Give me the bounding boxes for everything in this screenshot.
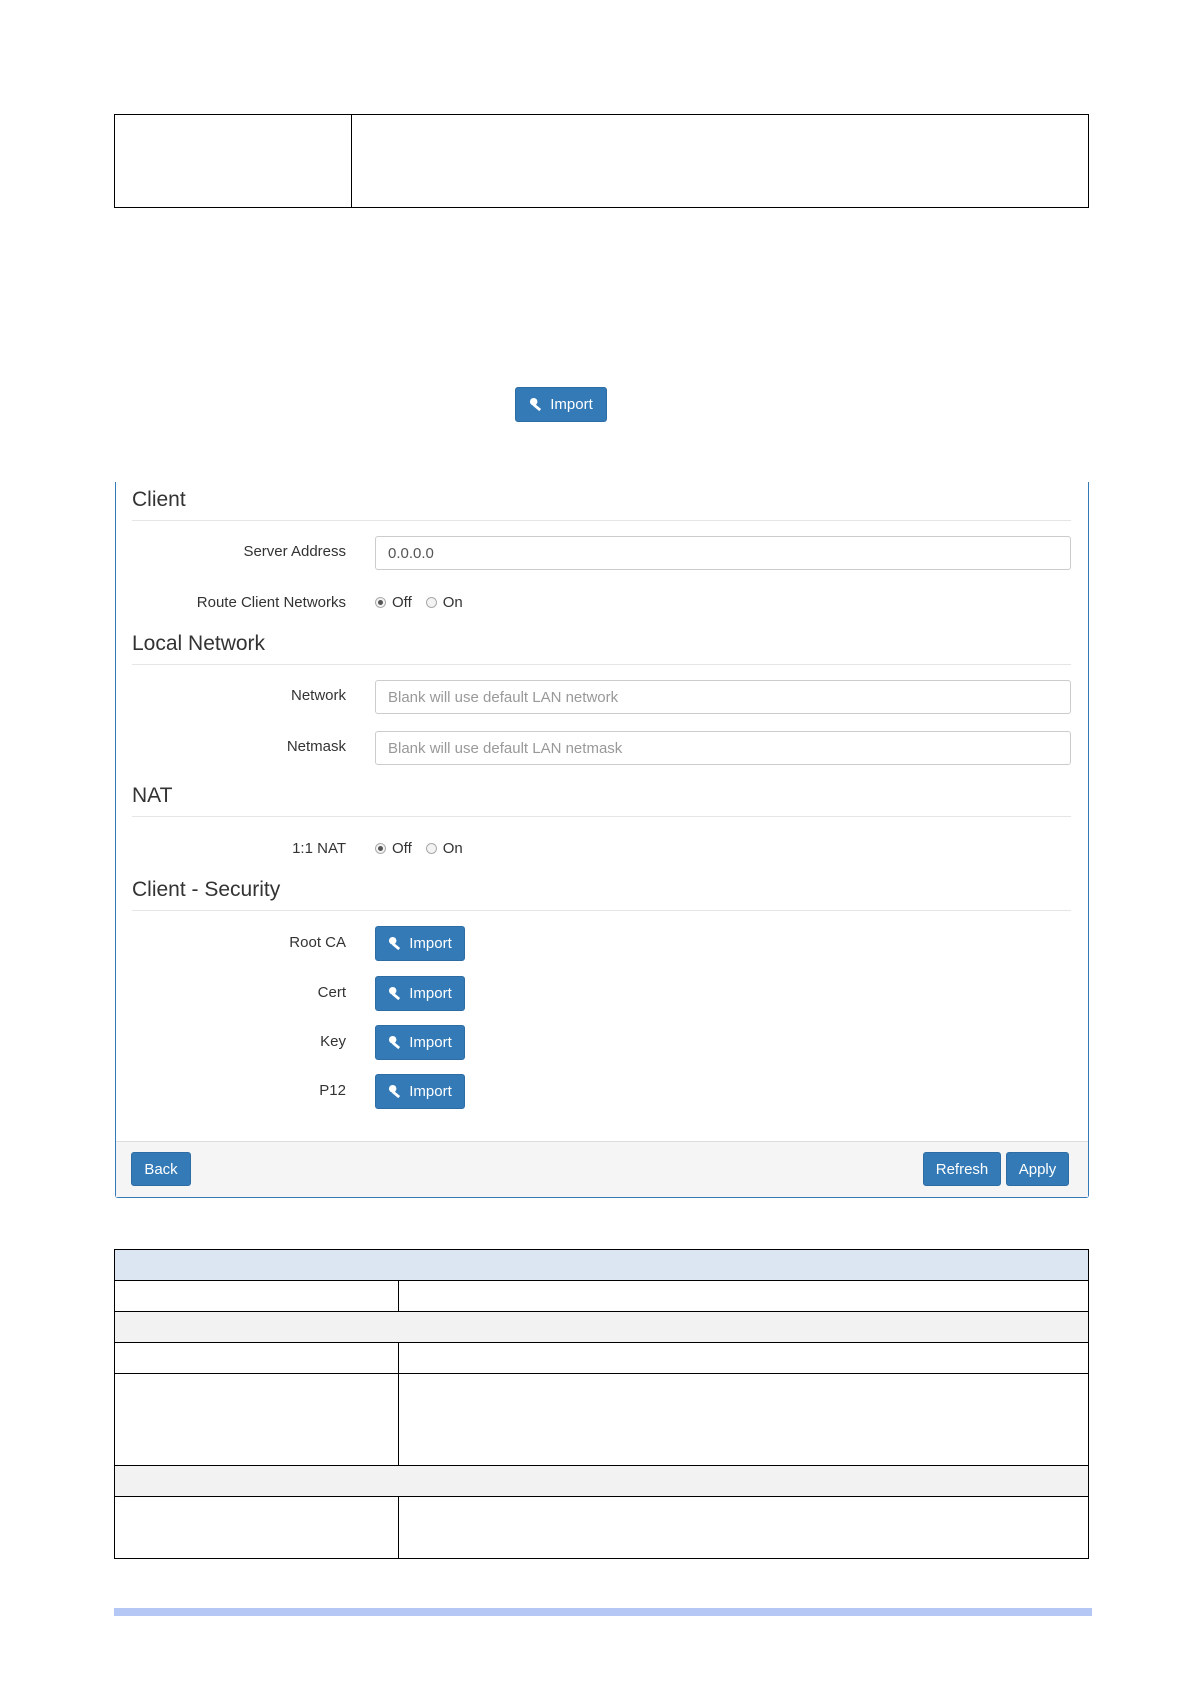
- table-section-row: [114, 1466, 1089, 1497]
- section-title-client: Client: [132, 488, 186, 511]
- key-icon: [389, 986, 401, 1001]
- section-divider: [132, 664, 1071, 665]
- section-title-nat: NAT: [132, 784, 173, 807]
- top-table: [114, 114, 1089, 208]
- section-title-client-security: Client - Security: [132, 878, 281, 901]
- p12-label: P12: [319, 1082, 346, 1099]
- table-row: [114, 1281, 1089, 1312]
- cert-label: Cert: [317, 984, 346, 1001]
- back-button[interactable]: Back: [131, 1152, 191, 1186]
- bottom-table-header: [114, 1249, 1089, 1281]
- table-section-row: [114, 1312, 1089, 1343]
- apply-button[interactable]: Apply: [1006, 1152, 1069, 1186]
- route-client-networks-on-radio[interactable]: [425, 597, 437, 608]
- section-divider: [132, 816, 1071, 817]
- key-icon: [530, 397, 542, 412]
- page-footer-bar: [114, 1608, 1092, 1616]
- one-to-one-nat-radio-group: Off On: [375, 840, 471, 857]
- cert-import-button[interactable]: Import: [375, 976, 465, 1011]
- key-label: Key: [320, 1033, 346, 1050]
- key-icon: [389, 1035, 401, 1050]
- section-title-local-network: Local Network: [132, 632, 266, 655]
- route-client-networks-off-radio[interactable]: [375, 597, 386, 608]
- section-divider: [132, 910, 1071, 911]
- server-address-input[interactable]: 0.0.0.0: [375, 536, 1071, 570]
- table-row: [114, 1497, 1089, 1559]
- key-import-button[interactable]: Import: [375, 1025, 465, 1060]
- server-address-label: Server Address: [243, 543, 346, 560]
- panel-footer: Back Refresh Apply: [116, 1141, 1088, 1197]
- key-icon: [389, 1084, 401, 1099]
- one-to-one-nat-on-radio[interactable]: [425, 843, 437, 854]
- netmask-label: Netmask: [286, 738, 346, 755]
- table-row: [114, 1343, 1089, 1374]
- vpn-client-panel: Client Server Address 0.0.0.0 Route Clie…: [115, 482, 1089, 1198]
- one-to-one-nat-label: 1:1 NAT: [292, 840, 346, 857]
- route-client-networks-radio-group: Off On: [375, 594, 471, 611]
- root-ca-label: Root CA: [289, 934, 346, 951]
- p12-import-button[interactable]: Import: [375, 1074, 465, 1109]
- refresh-button[interactable]: Refresh: [923, 1152, 1001, 1186]
- key-icon: [389, 936, 401, 951]
- netmask-input[interactable]: Blank will use default LAN netmask: [375, 731, 1071, 765]
- section-divider: [132, 520, 1071, 521]
- root-ca-import-button[interactable]: Import: [375, 926, 465, 961]
- table-divider: [351, 115, 352, 207]
- route-client-networks-label: Route Client Networks: [196, 594, 346, 611]
- import-button[interactable]: Import: [515, 387, 607, 422]
- network-label: Network: [290, 687, 346, 704]
- network-input[interactable]: Blank will use default LAN network: [375, 680, 1071, 714]
- one-to-one-nat-off-radio[interactable]: [375, 843, 386, 854]
- table-row: [114, 1374, 1089, 1466]
